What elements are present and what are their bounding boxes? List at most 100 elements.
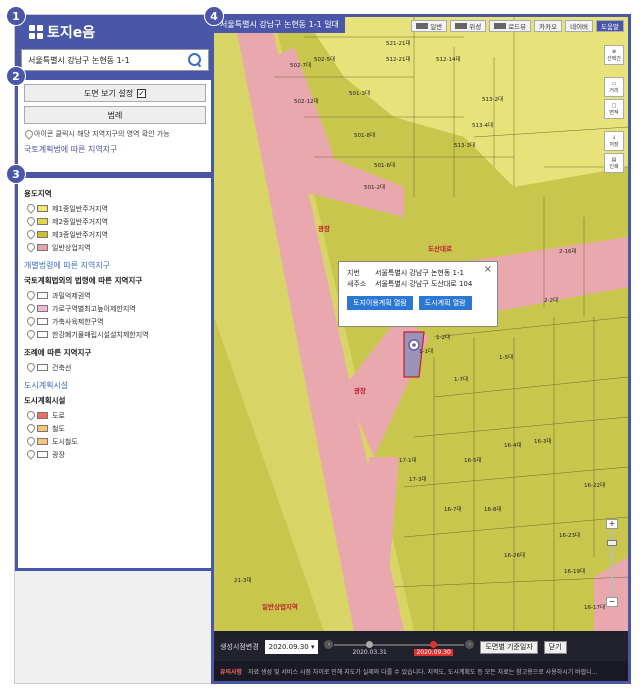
city-plan-button[interactable]: 도시계획 열람 bbox=[418, 296, 472, 310]
individual-zone-item[interactable]: 가로구역별최고높이제한지역 bbox=[24, 302, 206, 315]
land-use-plan-button[interactable]: 토지이용계획 열람 bbox=[347, 296, 413, 310]
timeline-slider[interactable]: ‹ › 2020.03.31 2020.09.30 bbox=[324, 636, 475, 658]
parcel-marker-icon[interactable] bbox=[408, 339, 420, 351]
location-pin-icon[interactable] bbox=[26, 424, 33, 433]
location-pin-icon[interactable] bbox=[26, 217, 33, 226]
facility-item[interactable]: 도시철도 bbox=[24, 435, 206, 448]
timeline-label-2: 2020.09.30 bbox=[414, 649, 453, 656]
facility-label: 도로 bbox=[52, 411, 65, 420]
zone-label: 도산대로 bbox=[428, 244, 452, 253]
individual-zone-item[interactable]: 과밀억제권역 bbox=[24, 289, 206, 302]
roadview-button[interactable]: 로드뷰 bbox=[489, 20, 532, 32]
popup-buttons: 토지이용계획 열람 도시계획 열람 bbox=[347, 296, 489, 310]
time-bar: 생성시점변경 2020.09.30 ▾ ‹ › 2020.03.31 2020.… bbox=[214, 633, 628, 661]
area-tool-label: 면적 bbox=[609, 109, 619, 116]
location-pin-icon[interactable] bbox=[26, 317, 33, 326]
facility-swatch bbox=[37, 412, 48, 419]
facility-item[interactable]: 광장 bbox=[24, 448, 206, 461]
parcel-label: 17-3대 bbox=[409, 475, 427, 483]
facility-swatch bbox=[37, 425, 48, 432]
parcel-label: 1-1대 bbox=[419, 347, 433, 355]
parcel-label: 2-2대 bbox=[544, 296, 558, 304]
use-zone-label: 제1종일반주거지역 bbox=[52, 204, 108, 213]
use-zone-swatch bbox=[37, 205, 48, 212]
facility-label: 도시철도 bbox=[52, 437, 78, 446]
jibun-value: 서울특별시 강남구 논현동 1-1 bbox=[375, 269, 464, 277]
facility-sub-title: 도시계획시설 bbox=[24, 396, 66, 405]
timeline-prev-icon[interactable]: ‹ bbox=[324, 640, 334, 649]
parcel-label: 501-6대 bbox=[374, 161, 395, 169]
search-icon[interactable] bbox=[188, 53, 202, 67]
location-pin-icon[interactable] bbox=[26, 204, 33, 213]
location-pin-icon bbox=[24, 130, 31, 139]
legend-section: 용도지역 제1종일반주거지역 제2종일반주거지역 제3종일반주거지역 일반상업지역 개… bbox=[15, 175, 215, 571]
location-pin-icon[interactable] bbox=[26, 243, 33, 252]
area-tool-button[interactable]: □ 면적 bbox=[604, 99, 624, 119]
map-view-checkbox[interactable]: ✓ bbox=[137, 88, 147, 98]
timeline-point-2[interactable] bbox=[430, 641, 438, 648]
use-zone-item[interactable]: 제1종일반주거지역 bbox=[24, 202, 206, 215]
location-pin-icon[interactable] bbox=[26, 330, 33, 339]
facility-item[interactable]: 철도 bbox=[24, 422, 206, 435]
individual-zone-swatch bbox=[37, 292, 48, 299]
zoom-in-button[interactable]: + bbox=[606, 519, 618, 529]
search-input[interactable] bbox=[28, 55, 178, 65]
ordinance-zone-item[interactable]: 건축선 bbox=[24, 361, 206, 374]
location-pin-icon[interactable] bbox=[26, 230, 33, 239]
location-pin-icon[interactable] bbox=[26, 291, 33, 300]
use-zone-item[interactable]: 제3종일반주거지역 bbox=[24, 228, 206, 241]
location-pin-icon[interactable] bbox=[26, 450, 33, 459]
individual-zone-item[interactable]: 한강폐기물매립시설설치제한지역 bbox=[24, 328, 206, 341]
naver-button[interactable]: 네이버 bbox=[565, 20, 594, 32]
map-title: 서울특별시 강남구 논현동 1-1 일대 bbox=[214, 17, 345, 33]
basemap-general-button[interactable]: 일반 bbox=[411, 20, 448, 32]
parcel-label: 513-3대 bbox=[454, 141, 475, 149]
callout-2: 2 bbox=[6, 66, 26, 86]
timeline-next-icon[interactable]: › bbox=[465, 640, 475, 649]
zoom-out-button[interactable]: − bbox=[606, 597, 618, 607]
use-zone-item[interactable]: 일반상업지역 bbox=[24, 241, 206, 254]
popup-close-icon[interactable]: × bbox=[484, 264, 492, 275]
location-pin-icon[interactable] bbox=[26, 437, 33, 446]
map-view-setting-button[interactable]: 도면 보기 설정 ✓ bbox=[24, 84, 206, 102]
individual-zone-label: 가축사육제한구역 bbox=[52, 317, 104, 326]
basemap-general-label: 일반 bbox=[430, 23, 443, 31]
zoom-slider-thumb[interactable] bbox=[607, 540, 617, 546]
basemap-satellite-button[interactable]: 위성 bbox=[450, 20, 487, 32]
date-select[interactable]: 2020.09.30 ▾ bbox=[264, 640, 319, 654]
legend-button[interactable]: 범례 bbox=[24, 106, 206, 124]
location-pin-icon[interactable] bbox=[26, 411, 33, 420]
use-zone-item[interactable]: 제2종일반주거지역 bbox=[24, 215, 206, 228]
parcel-label: 16-5대 bbox=[464, 456, 482, 464]
timeline-rail bbox=[334, 644, 465, 646]
close-timebar-button[interactable]: 닫기 bbox=[543, 640, 567, 654]
zoom-slider[interactable] bbox=[607, 531, 617, 595]
individual-zone-item[interactable]: 가축사육제한구역 bbox=[24, 315, 206, 328]
parcel-label: 501-3대 bbox=[349, 89, 370, 97]
use-zone-swatch bbox=[37, 244, 48, 251]
parcel-label: 16-4대 bbox=[504, 441, 522, 449]
distance-tool-button[interactable]: ▭ 거리 bbox=[604, 77, 624, 97]
individual-zone-label: 한강폐기물매립시설설치제한지역 bbox=[52, 330, 149, 339]
map-area[interactable]: 521-21대 512-21대 512-14대 502-7대 502-5대 502-12대… bbox=[211, 14, 631, 684]
help-button[interactable]: 도움말 bbox=[596, 20, 624, 32]
location-pin-icon[interactable] bbox=[26, 304, 33, 313]
base-date-button[interactable]: 도면별 기준일자 bbox=[480, 640, 538, 654]
national-zone-title[interactable]: 국토계획법에 따른 지역지구 bbox=[24, 144, 206, 155]
road-address-label: 새주소 bbox=[347, 280, 367, 288]
location-pin-icon[interactable] bbox=[26, 363, 33, 372]
notice-label: 유의사항 bbox=[220, 668, 243, 676]
app-logo[interactable]: 토지e음 bbox=[21, 21, 209, 43]
timeline-point-1[interactable] bbox=[366, 641, 374, 648]
facility-title[interactable]: 도시계획시설 bbox=[24, 380, 206, 391]
select-tool-button[interactable]: ⊕ 선택건 bbox=[604, 45, 624, 65]
parcel-label: 16-22대 bbox=[584, 481, 605, 489]
parcel-label: 502-12대 bbox=[294, 97, 319, 105]
print-tool-button[interactable]: ▤ 인쇄 bbox=[604, 153, 624, 173]
facility-item[interactable]: 도로 bbox=[24, 409, 206, 422]
individual-zone-label: 과밀억제권역 bbox=[52, 291, 91, 300]
individual-title[interactable]: 개별법령에 따른 지역지구 bbox=[24, 260, 206, 271]
satellite-map-icon bbox=[455, 23, 468, 29]
save-tool-button[interactable]: ↓ 저장 bbox=[604, 131, 624, 151]
kakao-button[interactable]: 카카오 bbox=[534, 20, 563, 32]
